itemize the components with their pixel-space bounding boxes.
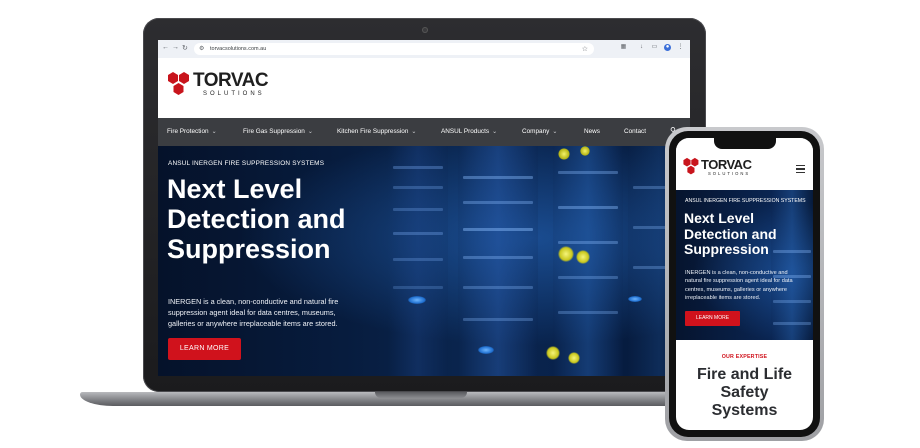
forward-icon[interactable]: → <box>172 44 179 51</box>
chevron-down-icon: ⌄ <box>492 129 498 135</box>
mobile-learn-more-button[interactable]: LEARN MORE <box>685 311 740 326</box>
mobile-hero-title: Next Level Detection and Suppression <box>684 210 809 258</box>
bookmark-star-icon[interactable]: ☆ <box>582 45 588 53</box>
section-title-line: Systems <box>711 402 778 419</box>
site-info-icon[interactable]: ⚙ <box>199 45 204 52</box>
hero-body-line: INERGEN is a clean, non-conductive and <box>685 270 788 276</box>
expertise-label: OUR EXPERTISE <box>721 354 768 360</box>
hero-title-line: Detection and <box>684 225 777 242</box>
nav-item-contact[interactable]: Contact <box>624 128 646 135</box>
logo-wordmark: TORVAC <box>701 157 752 172</box>
hero-title: Next Level Detection and Suppression <box>167 174 397 264</box>
address-bar[interactable]: ⚙ torvacsolutions.com.au ☆ <box>194 43 594 55</box>
chevron-down-icon: ⌄ <box>211 129 217 135</box>
url-text: torvacsolutions.com.au <box>210 46 267 52</box>
mobile-hero-description: INERGEN is a clean, non-conductive and n… <box>685 269 803 303</box>
nav-label: Fire Gas Suppression <box>243 128 305 135</box>
nav-item-fire-protection[interactable]: Fire Protection ⌄ <box>167 128 217 135</box>
hero-body-line: irreplaceable items are stored. <box>685 295 761 302</box>
section-title-line: Safety <box>720 384 769 401</box>
reload-icon[interactable]: ↻ <box>182 44 188 52</box>
hero-body-line: centres, museums, galleries or anywhere <box>685 286 787 293</box>
hero-description: INERGEN is a clean, non-conductive and n… <box>168 296 368 329</box>
hero-body-line: natural fire suppression agent ideal for… <box>685 278 793 285</box>
phone-notch <box>714 138 776 149</box>
hero-title-line: Next Level <box>684 210 755 226</box>
nav-item-kitchen-fire-suppression[interactable]: Kitchen Fire Suppression ⌄ <box>337 128 416 135</box>
hero-title-line: Suppression <box>167 234 331 264</box>
extensions-icon[interactable]: ▦ <box>620 44 627 51</box>
browser-toolbar: ← → ↻ ⚙ torvacsolutions.com.au ☆ ▦ ↓ ▭ ●… <box>158 40 690 59</box>
logo-hexagon-icon <box>683 157 699 175</box>
nav-label: Company <box>522 128 550 135</box>
mobile-site-logo[interactable]: TORVAC SOLUTIONS <box>682 157 762 179</box>
back-icon[interactable]: ← <box>162 44 169 51</box>
site-header: TORVAC SOLUTIONS <box>158 58 690 118</box>
hero-body-line: suppression agent ideal for data centres… <box>168 308 336 317</box>
logo-hexagon-icon <box>168 72 189 95</box>
logo-subtitle: SOLUTIONS <box>203 91 265 97</box>
laptop-screen: ← → ↻ ⚙ torvacsolutions.com.au ☆ ▦ ↓ ▭ ●… <box>158 40 690 376</box>
hero-body-line: INERGEN is a clean, non-conductive and n… <box>168 297 339 306</box>
hamburger-menu-icon[interactable] <box>796 165 805 175</box>
chevron-down-icon: ⌄ <box>411 129 417 135</box>
section-title-line: Fire and Life <box>696 366 793 383</box>
nav-item-company[interactable]: Company ⌄ <box>522 128 557 135</box>
logo-subtitle: SOLUTIONS <box>708 171 751 176</box>
hero-banner: ANSUL INERGEN FIRE SUPPRESSION SYSTEMS N… <box>158 146 690 376</box>
phone-screen: TORVAC SOLUTIONS ANSUL INERGEN FIRE SUPP… <box>676 138 813 430</box>
laptop-hinge-notch <box>375 392 467 398</box>
hero-title-line: Suppression <box>684 241 769 257</box>
main-navigation: Fire Protection ⌄ Fire Gas Suppression ⌄ K… <box>158 118 690 146</box>
section-title: Fire and Life Safety Systems <box>676 366 813 420</box>
logo-wordmark: TORVAC <box>193 70 269 91</box>
mobile-hero-eyebrow: ANSUL INERGEN FIRE SUPPRESSION SYSTEMS <box>685 198 806 204</box>
browser-menu-icon[interactable]: ⋮ <box>677 44 684 51</box>
nav-item-news[interactable]: News <box>584 128 600 135</box>
nav-label: Kitchen Fire Suppression <box>337 128 409 135</box>
laptop-camera <box>422 27 428 33</box>
nav-item-ansul-products[interactable]: ANSUL Products ⌄ <box>441 128 497 135</box>
chevron-down-icon: ⌄ <box>552 129 558 135</box>
hero-title-line: Next Level <box>167 174 303 204</box>
profile-avatar-icon[interactable]: ● <box>664 44 671 51</box>
mobile-hero-banner: ANSUL INERGEN FIRE SUPPRESSION SYSTEMS N… <box>676 190 813 340</box>
learn-more-button[interactable]: LEARN MORE <box>168 338 241 360</box>
download-icon[interactable]: ↓ <box>638 44 645 51</box>
chevron-down-icon: ⌄ <box>307 129 313 135</box>
sidepanel-icon[interactable]: ▭ <box>651 44 658 51</box>
site-logo[interactable]: TORVAC SOLUTIONS <box>166 70 269 100</box>
nav-label: Contact <box>624 128 647 135</box>
nav-label: ANSUL Products <box>441 128 490 135</box>
hero-body-line: galleries or anywhere irreplaceable item… <box>168 319 338 328</box>
hero-title-line: Detection and <box>167 204 346 234</box>
hero-eyebrow: ANSUL INERGEN FIRE SUPPRESSION SYSTEMS <box>168 160 325 167</box>
nav-item-fire-gas-suppression[interactable]: Fire Gas Suppression ⌄ <box>243 128 313 135</box>
nav-label: Fire Protection <box>167 128 209 135</box>
nav-label: News <box>584 128 600 135</box>
